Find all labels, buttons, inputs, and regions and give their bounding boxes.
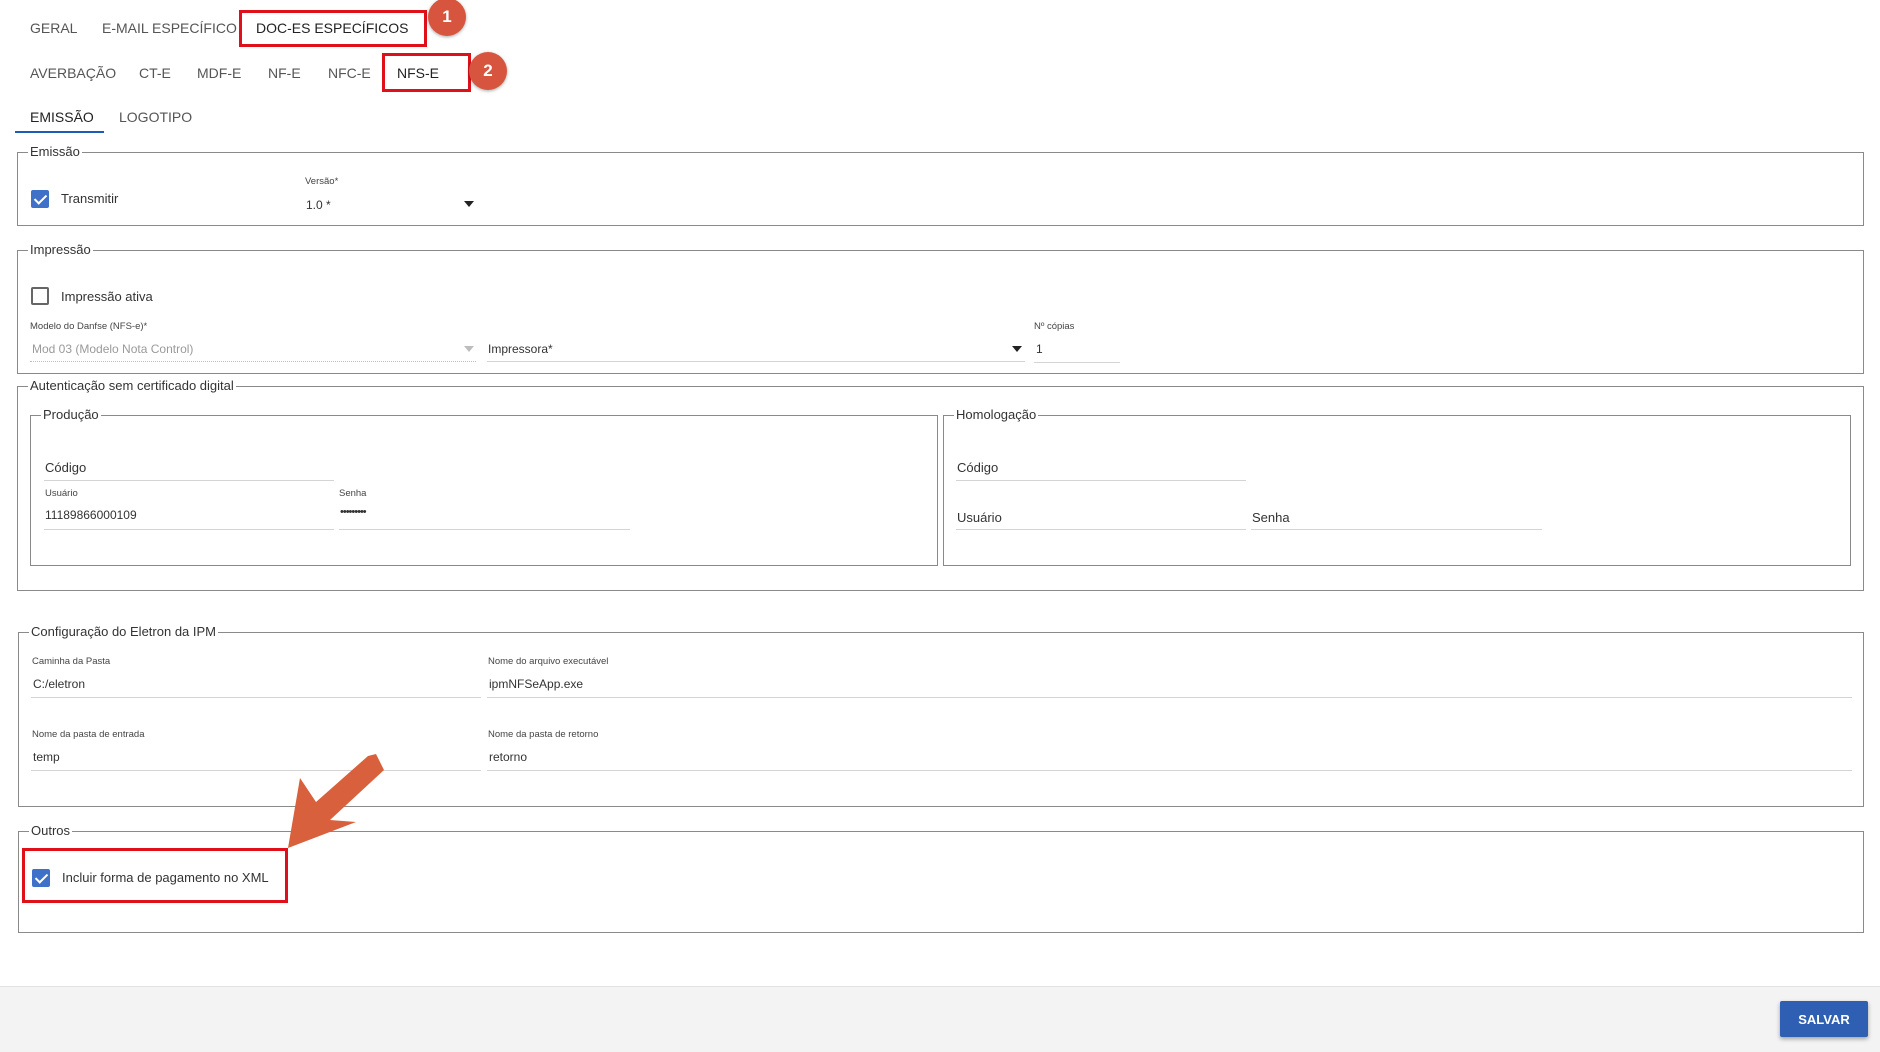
step-badge-1: 1 <box>428 0 466 36</box>
homologacao-legend: Homologação <box>954 407 1039 422</box>
pasta-entrada-label: Nome da pasta de entrada <box>32 729 145 740</box>
highlight-box-1 <box>239 10 427 47</box>
tab-email-especifico[interactable]: E-MAIL ESPECÍFICO <box>102 20 237 36</box>
executavel-label: Nome do arquivo executável <box>488 656 609 667</box>
save-button[interactable]: SALVAR <box>1780 1001 1868 1037</box>
tab-mdf-e[interactable]: MDF-E <box>197 65 241 81</box>
transmitir-checkbox[interactable] <box>31 190 49 208</box>
caminho-pasta-input[interactable]: C:/eletron <box>33 677 85 691</box>
versao-dropdown-icon[interactable] <box>464 201 474 207</box>
producao-usuario-input[interactable]: 11189866000109 <box>45 508 137 522</box>
producao-senha-label: Senha <box>339 488 367 499</box>
impressao-ativa-label: Impressão ativa <box>61 289 153 304</box>
producao-usuario-underline <box>44 529 334 530</box>
arrow-annotation-icon <box>288 754 384 848</box>
versao-label: Versão* <box>305 176 339 187</box>
pasta-retorno-underline <box>487 770 1852 771</box>
modelo-danfse-select[interactable]: Mod 03 (Modelo Nota Control) <box>32 342 193 356</box>
homologacao-fieldset: Homologação <box>943 407 1851 566</box>
impressao-fieldset: Impressão <box>17 242 1864 374</box>
step-badge-2: 2 <box>469 52 507 90</box>
emissao-legend: Emissão <box>28 144 82 159</box>
outros-legend: Outros <box>29 823 73 838</box>
highlight-box-3 <box>22 848 288 903</box>
tab-averbacao[interactable]: AVERBAÇÃO <box>30 65 116 81</box>
autenticacao-legend: Autenticação sem certificado digital <box>28 378 236 393</box>
modelo-danfse-label: Modelo do Danfse (NFS-e)* <box>30 321 148 332</box>
copias-label: Nº cópias <box>1034 321 1075 332</box>
tab-nf-e[interactable]: NF-E <box>268 65 301 81</box>
executavel-underline <box>487 697 1852 698</box>
impressao-ativa-checkbox[interactable] <box>31 287 49 305</box>
homologacao-senha-underline <box>1251 529 1542 530</box>
producao-usuario-label: Usuário <box>45 488 78 499</box>
impressora-dropdown-icon[interactable] <box>1012 346 1022 352</box>
emissao-fieldset: Emissão <box>17 144 1864 226</box>
versao-select[interactable]: 1.0 * <box>306 198 331 212</box>
modelo-dropdown-icon[interactable] <box>464 346 474 352</box>
tab-logotipo[interactable]: LOGOTIPO <box>119 109 192 125</box>
impressora-select[interactable]: Impressora* <box>488 342 553 356</box>
impressora-underline <box>487 361 1025 362</box>
caminho-pasta-label: Caminha da Pasta <box>32 656 111 667</box>
producao-senha-underline <box>339 529 630 530</box>
tab-emissao[interactable]: EMISSÃO <box>30 109 94 125</box>
homologacao-usuario-underline <box>956 529 1246 530</box>
tab-geral[interactable]: GERAL <box>30 20 77 36</box>
homologacao-senha-input[interactable]: Senha <box>1252 510 1290 525</box>
impressao-legend: Impressão <box>28 242 93 257</box>
pasta-entrada-underline <box>31 770 481 771</box>
homologacao-codigo-underline <box>956 480 1246 481</box>
highlight-box-2 <box>382 53 471 92</box>
producao-legend: Produção <box>41 407 101 422</box>
homologacao-codigo-input[interactable]: Código <box>957 460 998 475</box>
eletron-legend: Configuração do Eletron da IPM <box>29 624 218 639</box>
transmitir-label: Transmitir <box>61 191 119 206</box>
pasta-retorno-label: Nome da pasta de retorno <box>488 729 599 740</box>
producao-fieldset: Produção <box>30 407 938 566</box>
pasta-entrada-input[interactable]: temp <box>33 750 60 764</box>
modelo-underline <box>30 361 476 362</box>
copias-underline <box>1034 362 1120 363</box>
tab-emissao-indicator <box>15 131 104 133</box>
executavel-input[interactable]: ipmNFSeApp.exe <box>489 677 583 691</box>
producao-senha-input[interactable]: ••••••••• <box>340 506 367 518</box>
producao-codigo-input[interactable]: Código <box>45 460 86 475</box>
tab-ct-e[interactable]: CT-E <box>139 65 171 81</box>
tab-nfc-e[interactable]: NFC-E <box>328 65 371 81</box>
producao-codigo-underline <box>44 480 334 481</box>
copias-input[interactable]: 1 <box>1036 342 1043 356</box>
pasta-retorno-input[interactable]: retorno <box>489 750 527 764</box>
caminho-pasta-underline <box>31 697 481 698</box>
homologacao-usuario-input[interactable]: Usuário <box>957 510 1002 525</box>
footer-bar <box>0 986 1880 1052</box>
